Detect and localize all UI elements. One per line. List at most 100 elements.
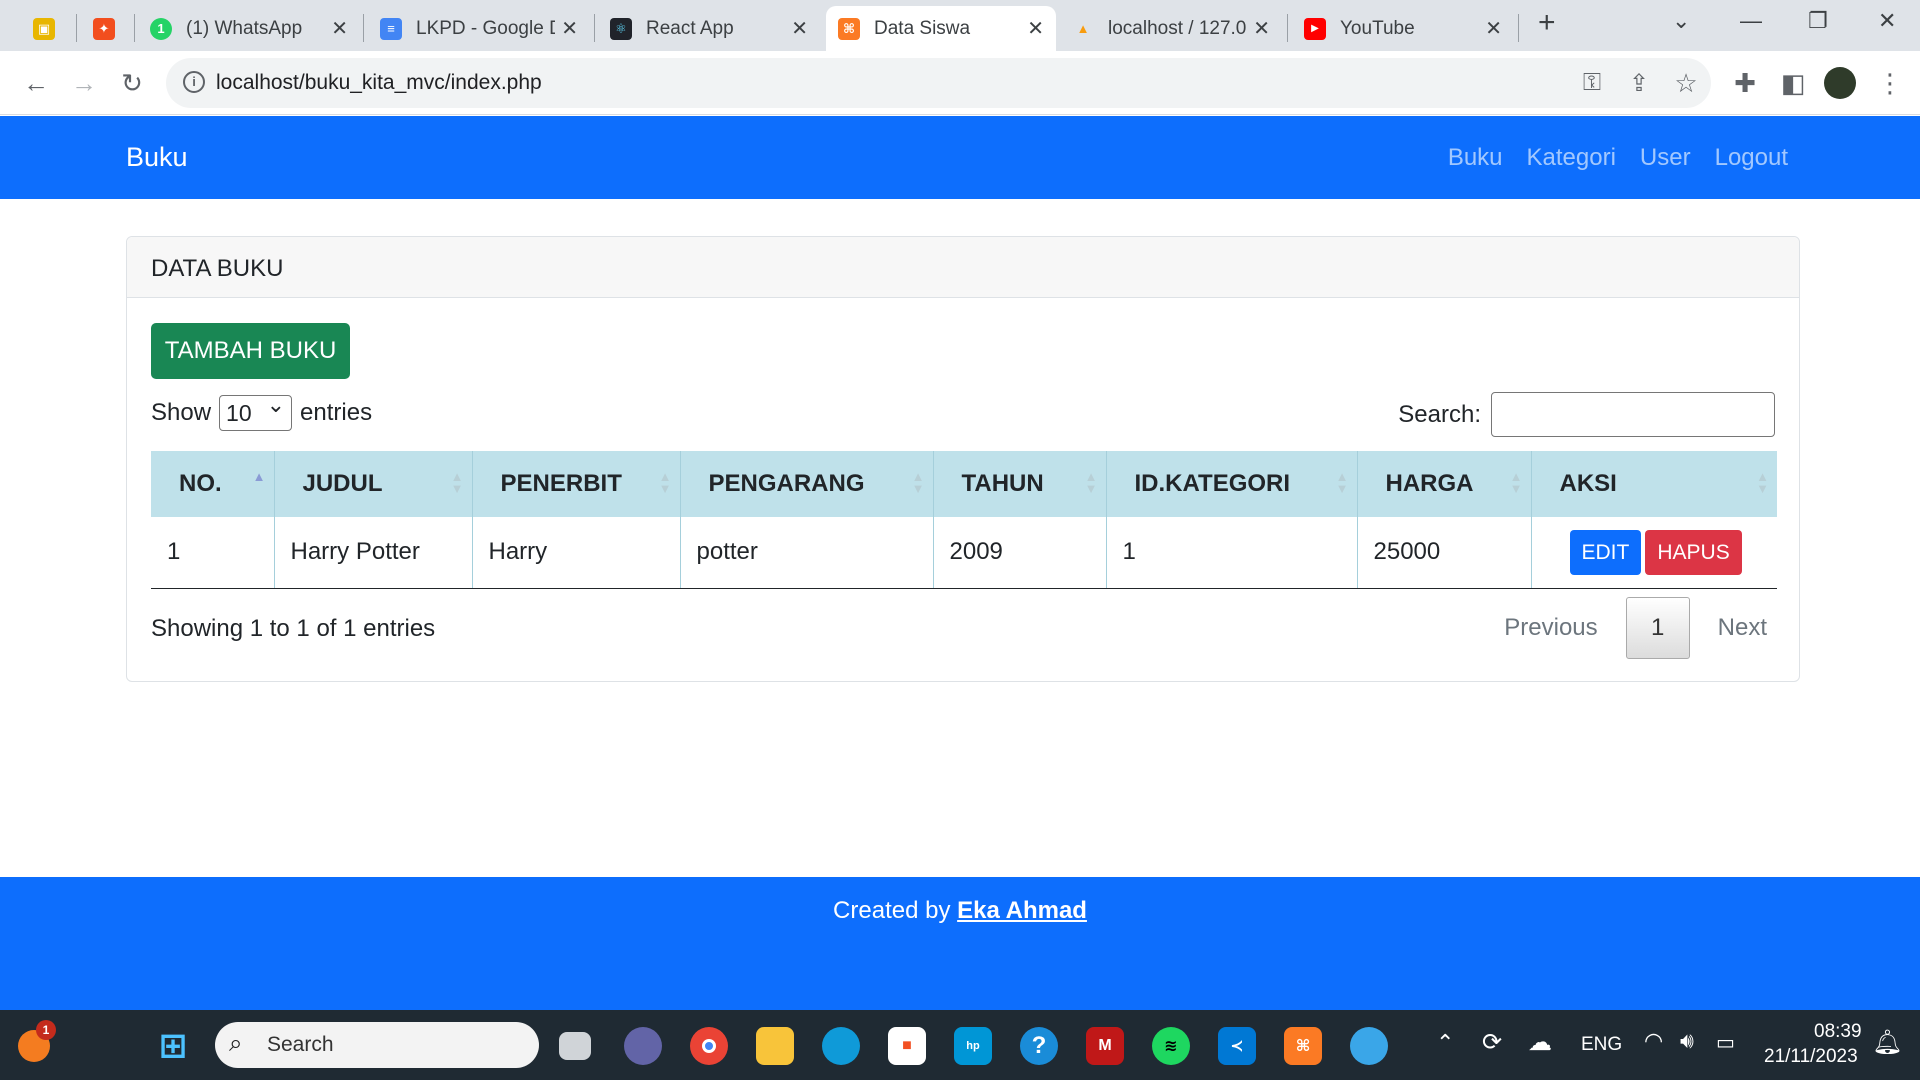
site-info-icon[interactable]: i	[183, 71, 205, 93]
taskbar-search[interactable]: ⌕ Search	[215, 1022, 539, 1068]
sync-icon[interactable]: ⟳	[1482, 1028, 1502, 1057]
notification-badge: 1	[36, 1020, 56, 1040]
sort-icon: ▲ ▼	[911, 469, 925, 496]
window-close-icon[interactable]: ✕	[1878, 8, 1896, 34]
table-info: Showing 1 to 1 of 1 entries	[151, 615, 436, 642]
clock-date[interactable]: 21/11/2023	[1764, 1046, 1858, 1068]
wifi-icon[interactable]: ◠	[1644, 1028, 1663, 1054]
onedrive-icon[interactable]: ☁	[1528, 1028, 1552, 1057]
file-explorer-icon[interactable]	[756, 1027, 794, 1065]
navbar-brand[interactable]: Buku	[126, 142, 188, 173]
classroom-icon: ▣	[33, 17, 55, 40]
teams-chat-icon[interactable]	[624, 1027, 662, 1065]
start-icon[interactable]: ⊞	[154, 1027, 192, 1065]
nav-link-kategori[interactable]: Kategori	[1527, 144, 1616, 172]
get-help-icon[interactable]: ?	[1020, 1027, 1058, 1065]
delete-button[interactable]: HAPUS	[1645, 529, 1742, 575]
reload-icon[interactable]: ↻	[114, 65, 150, 101]
whatsapp-icon: 1	[150, 17, 172, 40]
tab-youtube[interactable]: ▶ YouTube ✕	[1292, 6, 1514, 51]
volume-icon[interactable]: 🔊︎	[1680, 1028, 1694, 1054]
entries-label: entries	[300, 399, 373, 426]
minimize-icon[interactable]: —	[1740, 8, 1762, 34]
myhp-icon[interactable]: hp	[954, 1027, 992, 1065]
sort-icon: ▲ ▼	[450, 469, 464, 496]
close-icon[interactable]: ✕	[791, 16, 808, 41]
vscode-icon[interactable]: ≺	[1218, 1027, 1256, 1065]
paint-icon[interactable]	[1350, 1027, 1388, 1065]
tab-search-icon[interactable]: ⌄	[1672, 8, 1690, 34]
back-icon[interactable]: ←	[18, 65, 54, 101]
tab-whatsapp[interactable]: 1 (1) WhatsApp ✕	[138, 6, 360, 51]
spotify-icon[interactable]: ≋	[1152, 1027, 1190, 1065]
column-header-tahun[interactable]: TAHUN ▲ ▼	[932, 451, 1106, 517]
entries-select[interactable]: 10	[219, 392, 293, 431]
column-header-id-kategori[interactable]: ID.KATEGORI ▲ ▼	[1105, 451, 1357, 517]
phpmyadmin-icon: ▲	[1076, 21, 1090, 36]
profile-avatar[interactable]	[1824, 67, 1856, 99]
column-header-pengarang[interactable]: PENGARANG ▲ ▼	[679, 451, 933, 517]
xampp-icon: ⌘	[838, 17, 860, 40]
bookmark-star-icon[interactable]: ☆	[1668, 65, 1704, 101]
menu-icon[interactable]: ⋮	[1872, 65, 1908, 101]
sort-icon: ▲ ▼	[1335, 469, 1349, 496]
react-icon: ⚛	[610, 17, 632, 40]
column-header-aksi[interactable]: AKSI ▲ ▼	[1530, 451, 1777, 517]
notifications-bell-icon[interactable]: 🔔︎	[1872, 1028, 1902, 1057]
extensions-icon[interactable]: ✚	[1727, 65, 1763, 101]
nav-link-buku[interactable]: Buku	[1448, 144, 1503, 172]
column-header-penerbit[interactable]: PENERBIT ▲ ▼	[471, 451, 680, 517]
close-icon[interactable]: ✕	[561, 16, 578, 41]
microsoft-store-icon[interactable]: ■	[888, 1027, 926, 1065]
search-input[interactable]	[1491, 392, 1775, 437]
data-buku-card: DATA BUKU TAMBAH BUKU Show 10 entries Se…	[126, 236, 1800, 682]
cell-pengarang: potter	[679, 517, 933, 589]
previous-button[interactable]: Previous	[1504, 614, 1597, 642]
edit-button[interactable]: EDIT	[1569, 529, 1642, 575]
show-hidden-icons[interactable]: ⌃	[1436, 1030, 1454, 1056]
language-indicator[interactable]: ENG	[1581, 1034, 1622, 1056]
close-icon[interactable]: ✕	[331, 16, 348, 41]
tab-classroom[interactable]: ▣	[20, 6, 68, 51]
edge-icon[interactable]	[822, 1027, 860, 1065]
clock-time[interactable]: 08:39	[1814, 1021, 1862, 1043]
share-icon[interactable]: ⇪	[1621, 65, 1657, 101]
forward-icon[interactable]: →	[66, 65, 102, 101]
tab-phpmyadmin[interactable]: ▲ localhost / 127.0 ✕	[1060, 6, 1282, 51]
close-icon[interactable]: ✕	[1485, 16, 1502, 41]
battery-icon[interactable]: ▭	[1716, 1030, 1735, 1055]
column-header-harga[interactable]: HARGA ▲ ▼	[1356, 451, 1531, 517]
navbar-links: Buku Kategori User Logout	[1448, 144, 1788, 172]
tab-title: localhost / 127.0	[1108, 17, 1247, 39]
sort-icon: ▲ ▼	[1756, 469, 1769, 496]
address-bar[interactable]: i localhost/buku_kita_mvc/index.php ⚿ ⇪ …	[166, 58, 1711, 108]
mcafee-icon[interactable]: M	[1086, 1027, 1124, 1065]
xampp-taskbar-icon[interactable]: ⌘	[1284, 1027, 1322, 1065]
close-icon[interactable]: ✕	[1027, 16, 1044, 41]
sort-icon: ▲ ▼	[1509, 469, 1523, 496]
task-view-icon[interactable]	[559, 1032, 591, 1060]
column-header-judul[interactable]: JUDUL ▲ ▼	[273, 451, 472, 517]
close-icon[interactable]: ✕	[1253, 16, 1270, 41]
key-icon[interactable]: ⚿	[1574, 65, 1610, 101]
footer-author-link[interactable]: Eka Ahmad	[957, 897, 1087, 924]
show-label: Show	[151, 399, 212, 426]
new-tab-icon[interactable]: +	[1538, 6, 1556, 40]
cell-judul: Harry Potter	[273, 517, 472, 589]
next-button[interactable]: Next	[1718, 614, 1767, 642]
restore-icon[interactable]: ❐	[1808, 8, 1828, 34]
column-header-no[interactable]: NO. ▲	[151, 451, 274, 517]
tab-lkpd[interactable]: ≡ LKPD - Google D ✕	[368, 6, 590, 51]
tab-title: LKPD - Google D	[416, 17, 556, 39]
tab-react-app[interactable]: ⚛ React App ✕	[598, 6, 820, 51]
add-book-button[interactable]: TAMBAH BUKU	[151, 323, 350, 379]
chrome-icon[interactable]	[690, 1027, 728, 1065]
nav-link-logout[interactable]: Logout	[1715, 144, 1788, 172]
tab-data-siswa[interactable]: ⌘ Data Siswa ✕	[826, 6, 1056, 51]
page-footer: Created by Eka Ahmad	[0, 877, 1920, 1010]
tab-figma[interactable]: ✦	[80, 6, 128, 51]
page-1-button[interactable]: 1	[1625, 597, 1690, 659]
nav-link-user[interactable]: User	[1640, 144, 1691, 172]
cell-tahun: 2009	[932, 517, 1106, 589]
side-panel-icon[interactable]: ◧	[1775, 65, 1811, 101]
